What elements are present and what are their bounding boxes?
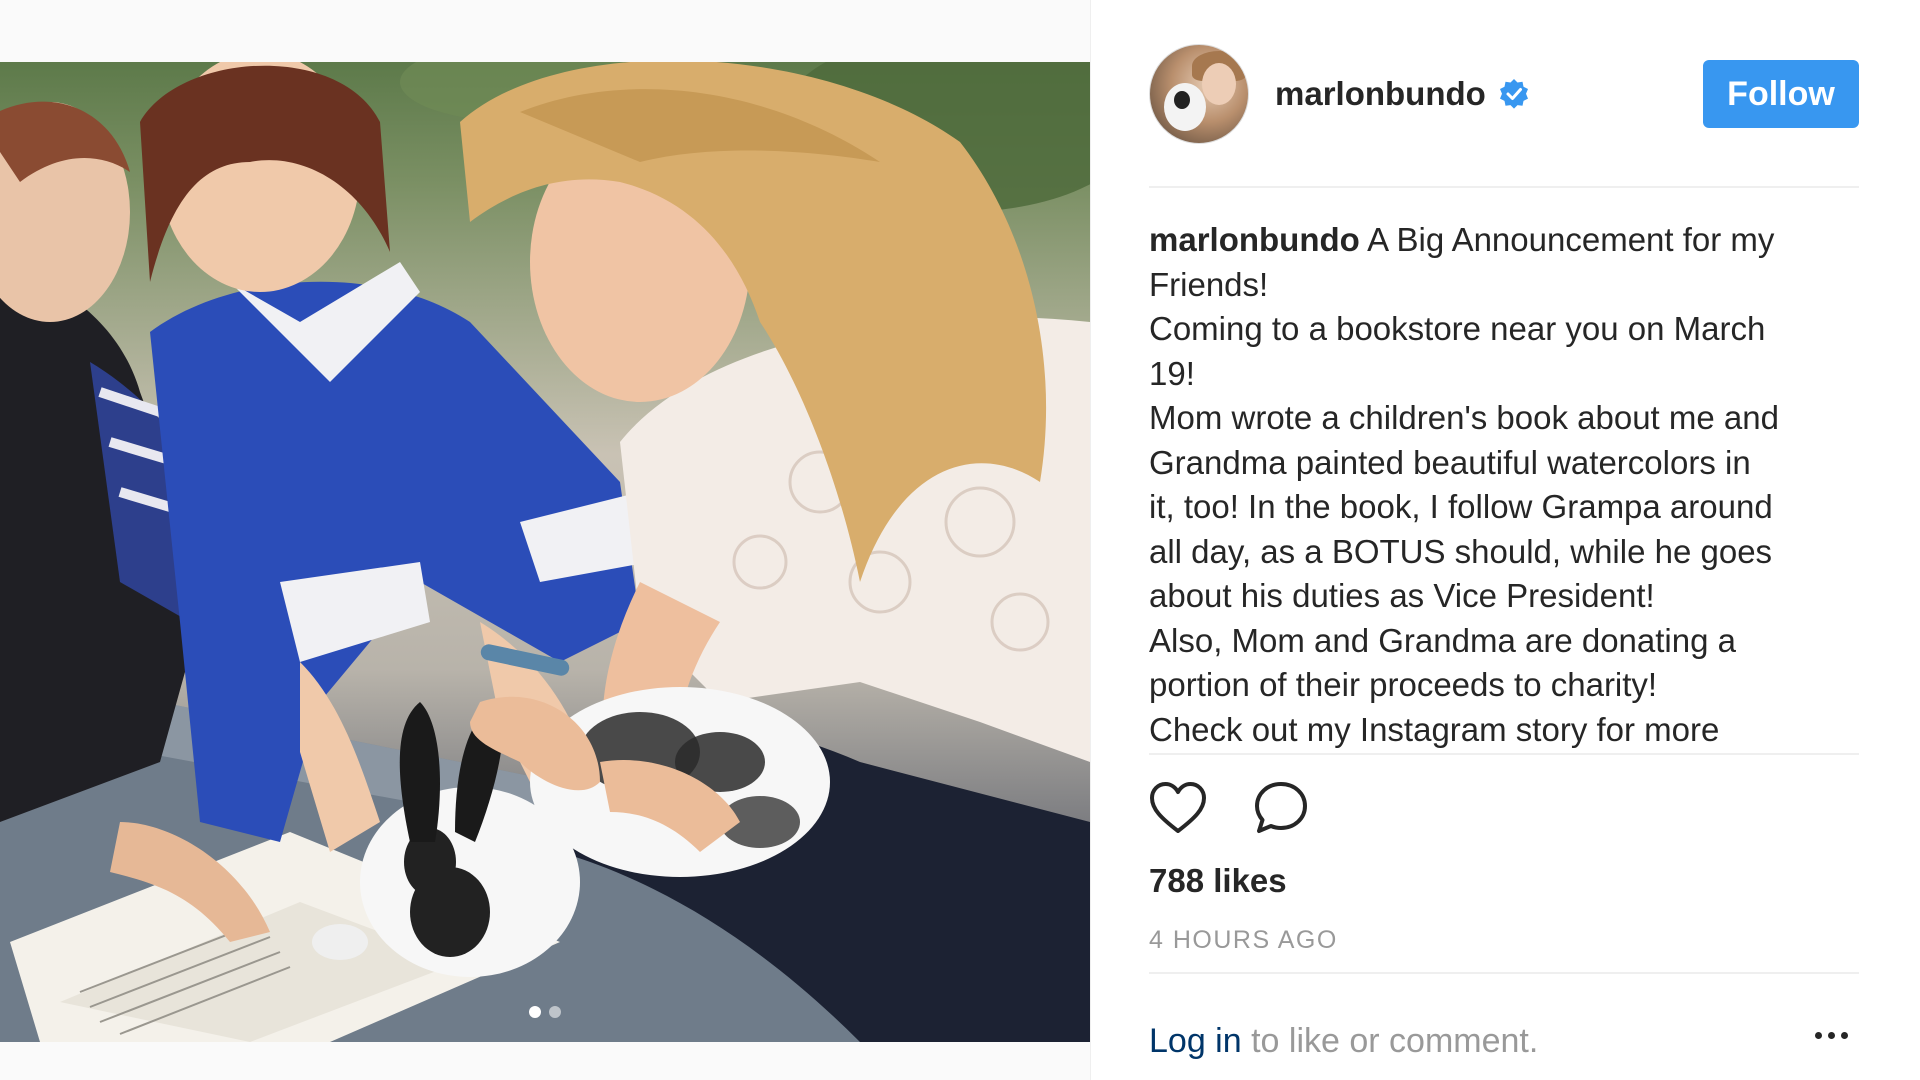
username-text[interactable]: marlonbundo [1275, 75, 1486, 113]
caption-text: A Big Announcement for my [1367, 221, 1775, 258]
carousel-dot-active[interactable] [529, 1006, 541, 1018]
carousel-dots[interactable] [529, 1006, 561, 1018]
footer-divider [1149, 972, 1859, 974]
caption-username[interactable]: marlonbundo [1149, 221, 1360, 258]
more-dot [1841, 1032, 1848, 1039]
caption-line: it, too! In the book, I follow Grampa ar… [1149, 488, 1773, 525]
avatar-face [1202, 63, 1236, 105]
more-dot [1815, 1032, 1822, 1039]
more-dot [1828, 1032, 1835, 1039]
caption-line: marlonbundo A Big Announcement for my [1149, 218, 1865, 263]
post-timestamp[interactable]: 4 HOURS AGO [1149, 926, 1338, 955]
login-prompt: Log in to like or comment. [1149, 1022, 1538, 1061]
verified-badge-icon [1499, 79, 1528, 109]
caption-line: Check out my Instagram story for more [1149, 710, 1720, 748]
caption-line: Friends! [1149, 265, 1269, 303]
post-panel: marlonbundo Follow marlonbundo A Big Ann… [1090, 0, 1920, 1080]
caption-line: 19! [1149, 354, 1195, 392]
caption-line: about his duties as Vice President! [1149, 577, 1655, 614]
follow-button[interactable]: Follow [1703, 60, 1859, 128]
post-photo[interactable] [0, 62, 1090, 1042]
caption-line: Grandma painted beautiful watercolors in [1149, 443, 1751, 481]
avatar[interactable] [1149, 44, 1249, 144]
heart-icon[interactable] [1149, 781, 1207, 835]
caption-line: all day, as a BOTUS should, while he goe… [1149, 532, 1773, 570]
post-media [0, 0, 1090, 1080]
caption-line: portion of their proceeds to charity! [1149, 666, 1658, 703]
post-header: marlonbundo Follow [1149, 44, 1859, 144]
avatar-rabbit [1164, 83, 1206, 131]
like-count[interactable]: 788 likes [1149, 862, 1287, 900]
photo-illustration [0, 62, 1090, 1042]
caption-divider [1149, 753, 1859, 755]
username-link[interactable]: marlonbundo [1275, 75, 1530, 113]
post-caption: marlonbundo A Big Announcement for my Fr… [1149, 218, 1865, 748]
caption-line: Also, Mom and Grandma are donating a [1149, 621, 1736, 659]
action-bar [1149, 780, 1309, 836]
comment-bubble-icon[interactable] [1253, 780, 1309, 836]
caption-line: Mom wrote a children's book about me and [1149, 399, 1779, 436]
login-link[interactable]: Log in [1149, 1022, 1242, 1060]
login-prompt-text: to like or comment. [1241, 1022, 1539, 1060]
more-options-icon[interactable] [1815, 1032, 1848, 1039]
caption-line: Coming to a bookstore near you on March [1149, 310, 1766, 347]
header-divider [1149, 186, 1859, 188]
carousel-dot[interactable] [549, 1006, 561, 1018]
